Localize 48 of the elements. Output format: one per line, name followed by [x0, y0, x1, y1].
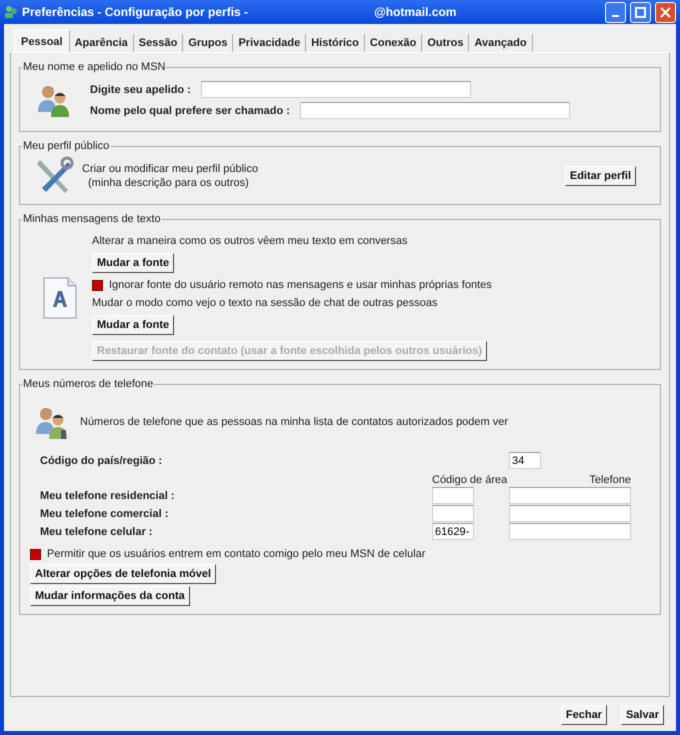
group-title: Minhas mensagens de texto: [22, 213, 162, 225]
font-button[interactable]: Mudar a fonte: [92, 315, 174, 335]
column-header: Telefone: [589, 473, 631, 486]
field-label: Meu telefone celular :: [40, 526, 154, 538]
column-header: Código de área: [432, 473, 508, 486]
minimize-button[interactable]: [605, 2, 626, 22]
country-code-field[interactable]: 34: [509, 452, 541, 469]
field-label: Digite seu apelido :: [90, 84, 191, 96]
font-document-icon: [42, 277, 78, 319]
input-field[interactable]: [200, 81, 471, 98]
minimize-icon: [612, 15, 619, 17]
area-code-field[interactable]: [432, 487, 474, 504]
phone-field[interactable]: [509, 523, 631, 540]
close-icon: [660, 6, 671, 18]
description-text: Números de telefone que as pessoas na minha lista de contatos autorizados podem ver: [80, 416, 508, 428]
checkbox-label: Permitir que os usuários entrem em contato comigo pelo meu MSN de celular: [47, 548, 426, 560]
description-text: Alterar a maneira como os outros vêem meu texto em conversas: [92, 235, 408, 247]
footer-button[interactable]: Fechar: [560, 705, 607, 725]
description-text: (minha descrição para os outros): [87, 177, 250, 189]
account-button[interactable]: Alterar opções de telefonia móvel: [30, 564, 216, 584]
account-button[interactable]: Mudar informações da conta: [30, 586, 190, 606]
input-field[interactable]: [300, 102, 570, 119]
close-button[interactable]: [655, 2, 676, 22]
field-label: Nome pelo qual prefere ser chamado :: [90, 104, 290, 116]
field-label: Meu telefone comercial :: [40, 508, 170, 520]
checkbox-label: Ignorar fonte do usuário remoto nas mensagens e usar minhas próprias fontes: [109, 279, 492, 291]
field-label: Meu telefone residencial :: [40, 490, 176, 502]
window-title: Preferências - Configuração por perfis -: [22, 5, 248, 19]
phone-field[interactable]: [509, 505, 631, 522]
tab[interactable]: Pessoal: [14, 30, 70, 52]
maximize-icon: [635, 6, 646, 18]
group-title: Meu perfil público: [22, 140, 110, 152]
field-label: Código do país/região :: [40, 454, 164, 466]
description-text: Mudar o modo como vejo o texto na sessão de chat de outras pessoas: [92, 297, 438, 309]
edit-profile-button[interactable]: Editar perfil: [564, 166, 636, 186]
area-code-field[interactable]: 61629-: [432, 523, 474, 540]
group-title: Meus números de telefone: [22, 378, 154, 390]
description-text: Criar ou modificar meu perfil público: [82, 163, 258, 175]
phone-field[interactable]: [509, 487, 631, 504]
maximize-button[interactable]: [630, 2, 651, 22]
checkbox[interactable]: [92, 280, 103, 290]
tools-icon: [34, 156, 74, 196]
checkbox[interactable]: [30, 548, 41, 560]
font-button[interactable]: Mudar a fonte: [92, 253, 174, 273]
footer-button[interactable]: Salvar: [620, 705, 664, 725]
group-title: Meu nome e apelido no MSN: [22, 61, 166, 73]
area-code-field[interactable]: [432, 505, 474, 522]
window-title-account: @hotmail.com: [374, 5, 456, 19]
